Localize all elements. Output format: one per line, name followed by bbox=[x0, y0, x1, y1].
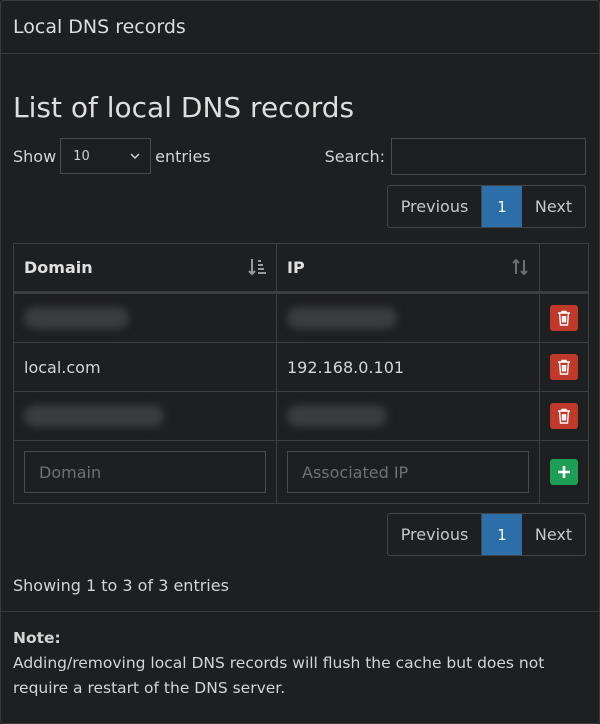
page-1-button[interactable]: 1 bbox=[482, 514, 522, 555]
search-label: Search: bbox=[324, 147, 385, 166]
new-record-row: Domain Associated IP bbox=[13, 440, 589, 504]
redacted-ip bbox=[287, 307, 397, 329]
add-record-button[interactable] bbox=[550, 459, 578, 485]
domain-cell-redacted bbox=[13, 292, 277, 343]
column-header-domain[interactable]: Domain bbox=[13, 243, 277, 294]
note-label: Note: bbox=[13, 629, 61, 647]
redacted-domain bbox=[24, 307, 129, 329]
search-input[interactable] bbox=[391, 138, 586, 175]
next-button[interactable]: Next bbox=[522, 186, 585, 227]
redacted-ip bbox=[287, 405, 387, 427]
note-text: Adding/removing local DNS records will f… bbox=[13, 654, 545, 697]
ip-cell: 192.168.0.101 bbox=[276, 342, 540, 392]
sort-both-icon bbox=[512, 258, 528, 276]
sort-ascending-icon bbox=[248, 259, 266, 276]
column-header-domain-label: Domain bbox=[24, 258, 93, 277]
chevron-down-icon bbox=[130, 152, 140, 159]
previous-button[interactable]: Previous bbox=[388, 514, 482, 555]
trash-icon bbox=[558, 359, 570, 375]
page-1-button[interactable]: 1 bbox=[482, 186, 522, 227]
new-domain-input[interactable]: Domain bbox=[24, 451, 266, 493]
show-label: Show bbox=[13, 146, 57, 166]
trash-icon bbox=[558, 408, 570, 424]
new-ip-input[interactable]: Associated IP bbox=[287, 451, 529, 493]
plus-icon bbox=[558, 466, 570, 478]
entries-label: entries bbox=[155, 146, 211, 166]
page-title: List of local DNS records bbox=[13, 91, 355, 124]
delete-record-button[interactable] bbox=[550, 305, 578, 331]
previous-button[interactable]: Previous bbox=[388, 186, 482, 227]
panel-footer: Note: Adding/removing local DNS records … bbox=[1, 611, 599, 701]
table-row: local.com 192.168.0.101 bbox=[13, 342, 589, 392]
search-control: Search: bbox=[325, 138, 586, 175]
next-button[interactable]: Next bbox=[522, 514, 585, 555]
column-header-ip-label: IP bbox=[287, 258, 305, 277]
domain-cell-redacted bbox=[13, 391, 277, 441]
entries-length-control: Show 10 entries bbox=[13, 138, 211, 174]
ip-cell-redacted bbox=[276, 292, 540, 343]
panel-header: Local DNS records bbox=[1, 1, 599, 54]
column-header-ip[interactable]: IP bbox=[276, 243, 540, 294]
table-row bbox=[13, 391, 589, 441]
domain-cell: local.com bbox=[13, 342, 277, 392]
dns-records-panel: Local DNS records List of local DNS reco… bbox=[0, 0, 600, 724]
trash-icon bbox=[558, 310, 570, 326]
dns-records-table: Domain IP local.com 192.168.0.101 Domain… bbox=[13, 243, 589, 504]
redacted-domain bbox=[24, 405, 164, 427]
pagination-top: Previous 1 Next bbox=[387, 185, 586, 228]
delete-record-button[interactable] bbox=[550, 403, 578, 429]
table-row bbox=[13, 292, 589, 343]
column-header-actions bbox=[539, 243, 589, 294]
delete-record-button[interactable] bbox=[550, 354, 578, 380]
panel-title: Local DNS records bbox=[13, 16, 186, 38]
entries-select[interactable]: 10 bbox=[60, 138, 152, 174]
pagination-bottom: Previous 1 Next bbox=[387, 513, 586, 556]
entries-select-value: 10 bbox=[73, 148, 90, 164]
ip-cell-redacted bbox=[276, 391, 540, 441]
table-info: Showing 1 to 3 of 3 entries bbox=[13, 576, 229, 595]
